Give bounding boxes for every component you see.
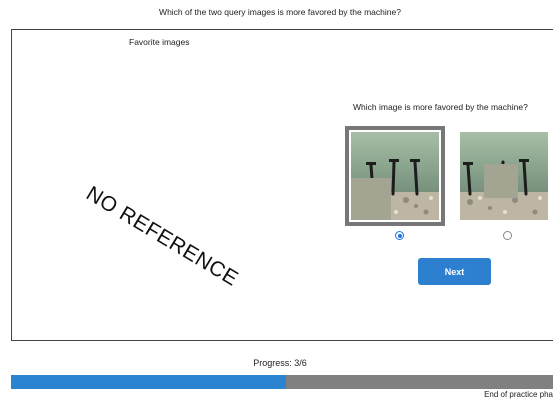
practice-status: End of practice pha bbox=[484, 390, 553, 399]
top-question: Which of the two query images is more fa… bbox=[159, 7, 401, 17]
favorite-images-label: Favorite images bbox=[129, 37, 190, 47]
query-image-a[interactable] bbox=[345, 126, 445, 226]
progress-bar-fill bbox=[11, 375, 286, 389]
nails-photo-b bbox=[460, 132, 548, 220]
task-panel: Favorite images NO REFERENCE Which image… bbox=[11, 29, 553, 341]
option-a-radio[interactable] bbox=[395, 231, 404, 240]
no-reference-text: NO REFERENCE bbox=[82, 182, 243, 291]
option-b-radio[interactable] bbox=[503, 231, 512, 240]
nails-photo-a bbox=[351, 132, 439, 220]
query-image-b[interactable] bbox=[460, 132, 548, 220]
choice-question: Which image is more favored by the machi… bbox=[353, 102, 528, 112]
progress-label: Progress: 3/6 bbox=[253, 358, 307, 368]
progress-bar bbox=[11, 375, 553, 389]
next-button[interactable]: Next bbox=[418, 258, 491, 285]
